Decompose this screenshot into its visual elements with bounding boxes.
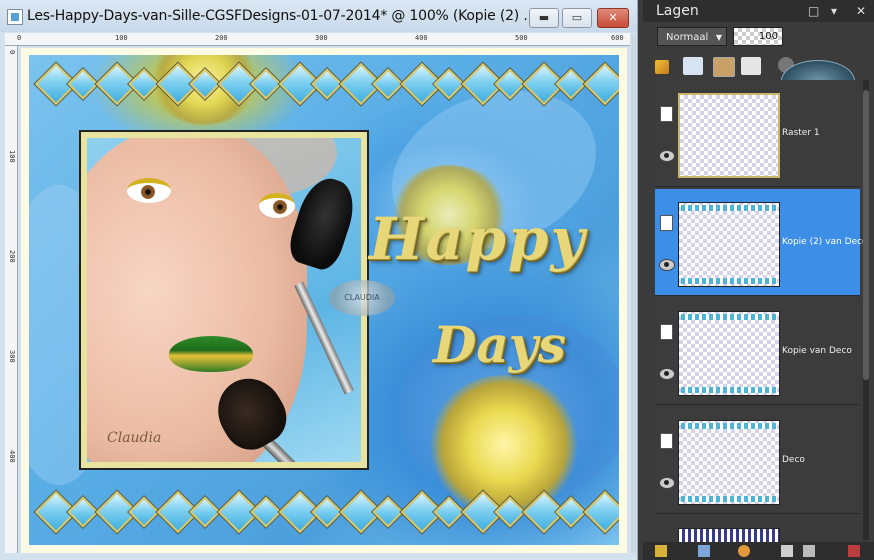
layer-thumbnail	[678, 420, 780, 505]
minimize-button[interactable]: ▬	[529, 8, 559, 28]
diamond-ornament	[493, 496, 526, 528]
left-eye	[127, 178, 171, 203]
diamond-ornament	[371, 68, 404, 100]
diamond-ornament	[432, 68, 465, 100]
thumbnail-options-icon[interactable]	[741, 57, 761, 75]
panel-title: Lagen	[656, 3, 699, 19]
ruler-tick-label: 100	[115, 34, 128, 42]
right-eye	[259, 193, 295, 218]
diamond-ornament	[583, 62, 619, 106]
layer-type-icon	[660, 324, 673, 340]
chevron-down-icon: ▼	[715, 33, 722, 42]
ruler-tick-label: 300	[315, 34, 328, 42]
image-window: Les-Happy-Days-van-Sille-CGSFDesigns-01-…	[0, 0, 638, 560]
diamond-ornament	[249, 68, 282, 100]
ruler-tick-label: 0	[8, 50, 16, 55]
diamond-ornament	[554, 496, 587, 528]
panel-close-icon[interactable]: ✕	[856, 4, 866, 18]
layer-thumbnail	[678, 202, 780, 287]
layer-name: Deco	[782, 455, 805, 465]
new-layer-icon[interactable]	[655, 545, 667, 557]
visibility-eye-icon[interactable]	[659, 368, 675, 380]
diamond-ornament	[554, 68, 587, 100]
layer-thumbnail	[678, 93, 780, 178]
visibility-eye-icon[interactable]	[659, 259, 675, 271]
layer-properties-icon[interactable]	[848, 545, 860, 557]
diamond-ornament	[66, 68, 99, 100]
mask-icon[interactable]	[683, 57, 703, 75]
diamond-border-top	[33, 61, 619, 106]
diamond-ornament	[583, 490, 619, 534]
delete-layer-icon[interactable]	[803, 545, 815, 557]
watermark: CLAUDIA	[329, 280, 395, 316]
portrait-image: Claudia	[87, 138, 361, 462]
float-panel-icon[interactable]: □	[808, 4, 819, 18]
diamond-ornament	[310, 496, 343, 528]
panel-menu-icon[interactable]: ▾	[831, 4, 837, 18]
diamond-ornament	[66, 496, 99, 528]
window-title: Les-Happy-Days-van-Sille-CGSFDesigns-01-…	[27, 8, 537, 24]
title-bar[interactable]: Les-Happy-Days-van-Sille-CGSFDesigns-01-…	[0, 0, 637, 32]
headline-word-days: Days	[433, 315, 566, 374]
lips	[169, 336, 253, 372]
layer-row-selected[interactable]: Kopie (2) van Deco	[655, 189, 868, 296]
image-canvas[interactable]: Claudia CLAUDIA Happy Days	[21, 48, 627, 553]
ruler-tick-label: 400	[415, 34, 428, 42]
ruler-tick-label: 0	[17, 34, 22, 42]
adjustment-layer-icon[interactable]	[738, 545, 750, 557]
layer-name: Raster 1	[782, 128, 820, 138]
headline-word-happy: Happy	[369, 205, 587, 273]
ruler-tick-label: 100	[8, 150, 16, 163]
duplicate-layer-icon[interactable]	[781, 545, 793, 557]
vertical-scrollbar[interactable]	[631, 33, 636, 553]
blend-mode-value: Normaal	[666, 32, 709, 43]
ruler-tick-label: 300	[8, 350, 16, 363]
layer-type-icon	[660, 106, 673, 122]
visibility-eye-icon[interactable]	[659, 477, 675, 489]
layer-list: Raster 1 Kopie (2) van Deco Kopie van De…	[655, 80, 868, 560]
diamond-ornament	[127, 496, 160, 528]
layers-panel: Lagen □ ▾ ✕ Normaal ▼ 100 Raster 1 Kopie…	[643, 0, 874, 560]
layers-scrollbar[interactable]	[863, 80, 869, 540]
layer-type-icon	[660, 433, 673, 449]
panel-header[interactable]: Lagen □ ▾ ✕	[643, 0, 874, 22]
diamond-ornament	[432, 496, 465, 528]
diamond-ornament	[310, 68, 343, 100]
opacity-field[interactable]: 100	[733, 27, 783, 46]
ruler-tick-label: 600	[611, 34, 624, 42]
close-button[interactable]: ✕	[597, 8, 629, 28]
image-layer-icon[interactable]	[713, 57, 735, 77]
diamond-ornament	[493, 68, 526, 100]
layer-thumbnail	[678, 311, 780, 396]
diamond-ornament	[249, 496, 282, 528]
diamond-ornament	[127, 68, 160, 100]
ruler-tick-label: 500	[515, 34, 528, 42]
blend-mode-select[interactable]: Normaal ▼	[657, 27, 727, 46]
scrollbar-thumb[interactable]	[863, 90, 869, 380]
brush-icon[interactable]	[655, 60, 669, 74]
visibility-eye-icon[interactable]	[659, 150, 675, 162]
layer-row[interactable]: Kopie van Deco	[655, 298, 860, 405]
layer-group-icon[interactable]	[698, 545, 710, 557]
document-icon	[7, 9, 23, 25]
diamond-ornament	[188, 68, 221, 100]
layer-name: Kopie (2) van Deco	[782, 237, 868, 247]
layer-row[interactable]: Raster 1	[655, 80, 860, 187]
vertical-ruler: 0 100 200 300 400	[5, 46, 18, 553]
ruler-tick-label: 400	[8, 450, 16, 463]
signature: Claudia	[107, 430, 162, 446]
ruler-tick-label: 200	[215, 34, 228, 42]
layer-type-icon	[660, 215, 673, 231]
panel-footer-toolbar	[643, 542, 874, 560]
layer-name: Kopie van Deco	[782, 346, 852, 356]
diamond-ornament	[371, 496, 404, 528]
diamond-ornament	[188, 496, 221, 528]
horizontal-ruler: 0 100 200 300 400 500 600	[5, 33, 630, 46]
diamond-border-bottom	[33, 489, 619, 534]
ruler-tick-label: 200	[8, 250, 16, 263]
layer-row[interactable]: Deco	[655, 407, 860, 514]
maximize-button[interactable]: ▭	[562, 8, 592, 28]
artwork: Claudia CLAUDIA Happy Days	[29, 55, 619, 545]
portrait-frame: Claudia	[79, 130, 369, 470]
